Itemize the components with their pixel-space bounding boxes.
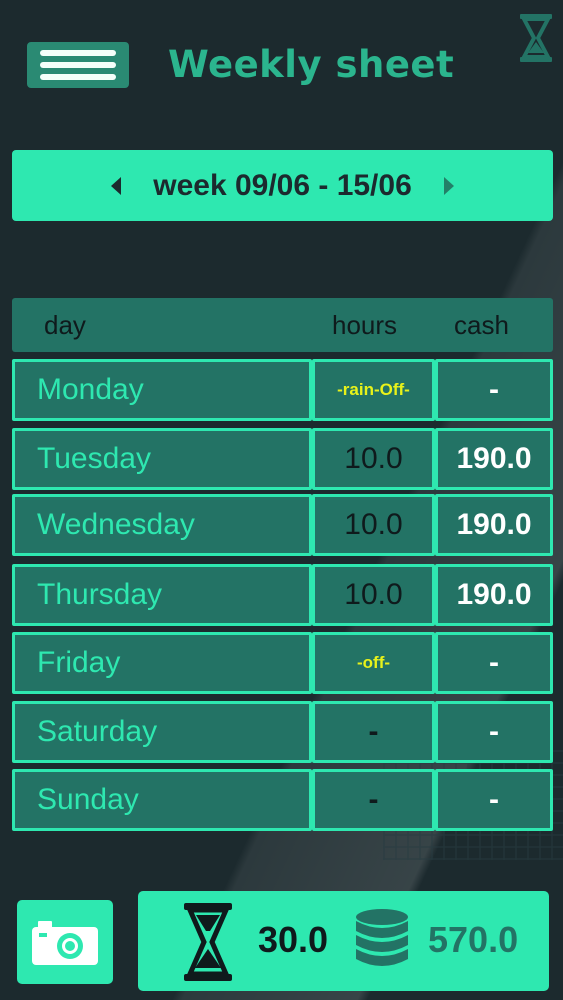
cash-cell[interactable]: 190.0 [435,494,553,556]
hourglass-icon [178,901,238,983]
day-cell[interactable]: Wednesday [12,494,312,556]
cash-cell[interactable]: - [435,359,553,421]
day-cell[interactable]: Sunday [12,769,312,831]
cash-cell[interactable]: 190.0 [435,428,553,490]
hours-cell[interactable]: -off- [312,632,435,694]
hours-cell[interactable]: - [312,769,435,831]
table-header: day hours cash [12,298,553,352]
triangle-left-icon [111,176,122,195]
total-cash: 570.0 [428,919,519,960]
triangle-right-icon [443,176,454,195]
total-hours: 30.0 [258,919,329,960]
cash-cell[interactable]: - [435,632,553,694]
menu-button[interactable] [27,42,129,88]
previous-week-button[interactable] [101,166,131,206]
hourglass-icon[interactable] [514,12,558,64]
next-week-button[interactable] [434,166,464,206]
cash-cell[interactable]: - [435,701,553,763]
cash-cell[interactable]: - [435,769,553,831]
hours-cell[interactable]: - [312,701,435,763]
day-cell[interactable]: Monday [12,359,312,421]
day-cell[interactable]: Tuesday [12,428,312,490]
camera-button[interactable] [17,900,113,984]
camera-icon [32,921,98,965]
week-selector: week 09/06 - 15/06 [12,150,553,221]
day-cell[interactable]: Friday [12,632,312,694]
hours-cell[interactable]: 10.0 [312,564,435,626]
day-cell[interactable]: Thursday [12,564,312,626]
table-row-saturday[interactable]: Saturday - - [12,701,553,763]
hamburger-menu-icon [40,50,116,56]
hours-cell[interactable]: -rain-Off- [312,359,435,421]
hours-cell[interactable]: 10.0 [312,428,435,490]
weekly-totals-panel: 30.0 570.0 [138,891,549,991]
table-row-friday[interactable]: Friday -off- - [12,632,553,694]
table-row-thursday[interactable]: Thursday 10.0 190.0 [12,564,553,626]
table-row-sunday[interactable]: Sunday - - [12,769,553,831]
week-label: week 09/06 - 15/06 [153,168,412,202]
table-row-monday[interactable]: Monday -rain-Off- - [12,359,553,421]
coin-stack-icon [353,907,411,977]
hours-cell[interactable]: 10.0 [312,494,435,556]
column-header-day: day [44,310,86,340]
table-row-wednesday[interactable]: Wednesday 10.0 190.0 [12,494,553,556]
page-title: Weekly sheet [168,43,455,86]
cash-cell[interactable]: 190.0 [435,564,553,626]
table-row-tuesday[interactable]: Tuesday 10.0 190.0 [12,428,553,490]
column-header-cash: cash [454,310,509,340]
column-header-hours: hours [332,310,398,340]
day-cell[interactable]: Saturday [12,701,312,763]
